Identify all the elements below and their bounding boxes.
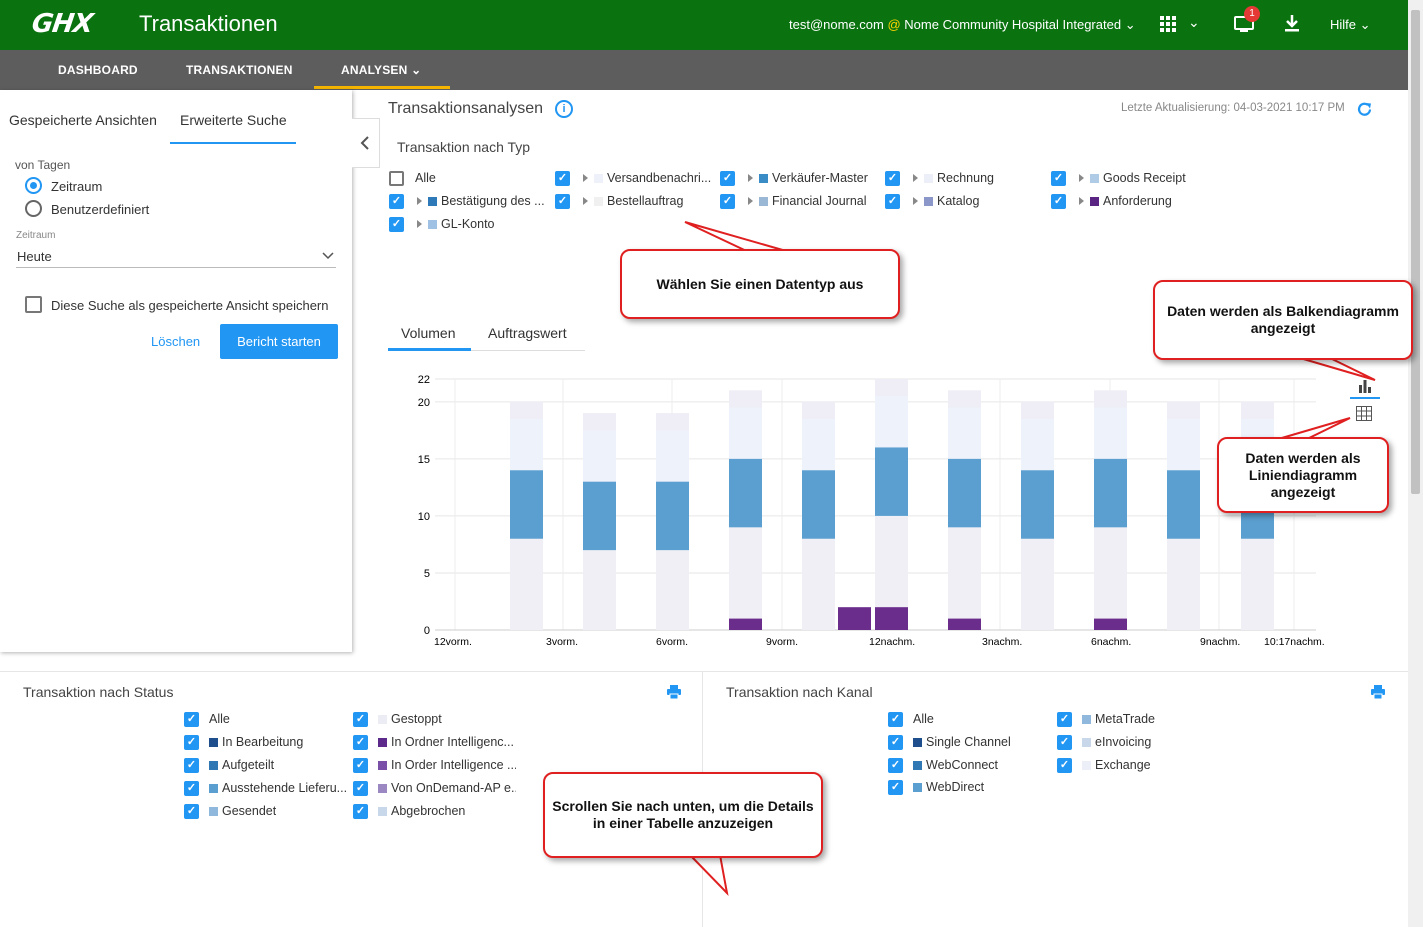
callout-bar-chart: Daten werden als Balkendiagramm angezeig… bbox=[1153, 280, 1413, 360]
callout-select-datatype: Wählen Sie einen Datentyp aus bbox=[620, 249, 900, 319]
callout-scroll-table: Scrollen Sie nach unten, um die Details … bbox=[543, 772, 823, 858]
callout-line-chart: Daten werden als Liniendiagramm angezeig… bbox=[1217, 437, 1389, 513]
